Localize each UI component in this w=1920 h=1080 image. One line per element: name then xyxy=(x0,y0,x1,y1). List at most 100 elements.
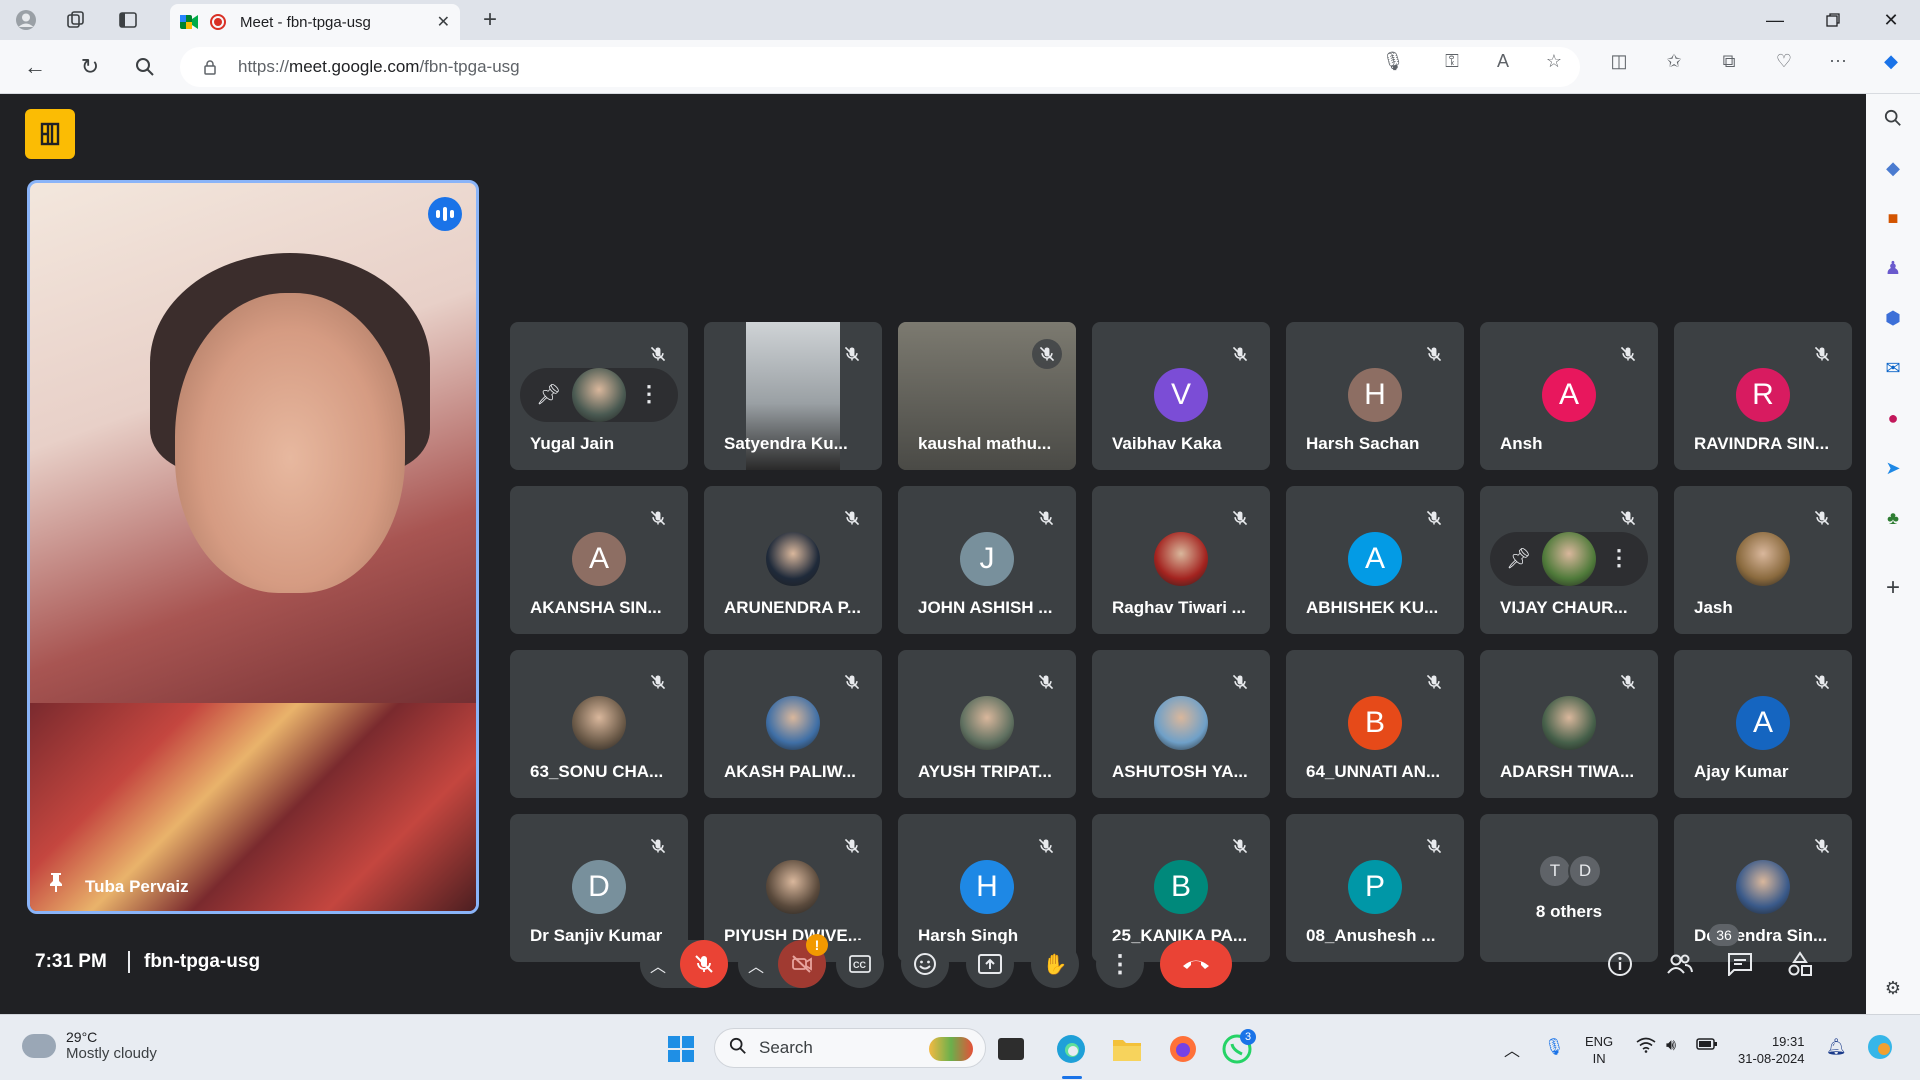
back-icon[interactable]: ← xyxy=(20,52,50,82)
participant-tile[interactable]: Jash xyxy=(1674,486,1852,634)
active-tab[interactable]: Meet - fbn-tpga-usg ✕ xyxy=(170,4,460,40)
muted-mic-icon xyxy=(840,506,864,530)
more-options-button[interactable]: ⋮ xyxy=(1096,940,1144,988)
participant-tile[interactable]: ASHUTOSH YA... xyxy=(1092,650,1270,798)
participant-tile[interactable]: A Ansh xyxy=(1480,322,1658,470)
sidebar-settings-icon[interactable]: ⚙ xyxy=(1879,974,1907,1002)
taskbar-search[interactable]: Search xyxy=(714,1028,986,1068)
battery-icon[interactable] xyxy=(1696,1037,1718,1056)
participant-tile[interactable]: kaushal mathu... xyxy=(898,322,1076,470)
participant-tile[interactable]: A ABHISHEK KU... xyxy=(1286,486,1464,634)
refresh-icon[interactable]: ↻ xyxy=(75,52,105,82)
participant-tile[interactable]: AYUSH TRIPAT... xyxy=(898,650,1076,798)
read-aloud-icon[interactable]: A xyxy=(1492,50,1514,72)
pin-icon[interactable]: 📌︎ xyxy=(1506,546,1531,571)
windows-start-icon[interactable] xyxy=(664,1032,698,1066)
file-explorer-icon[interactable] xyxy=(1110,1032,1144,1066)
outlook-icon[interactable]: ✉ xyxy=(1879,354,1907,382)
participant-tile[interactable]: 📌︎ ⋮ VIJAY CHAUR... xyxy=(1480,486,1658,634)
video-options-chevron-icon[interactable]: ︿ xyxy=(748,953,764,977)
search-icon[interactable] xyxy=(130,52,160,82)
participant-tile[interactable]: AKASH PALIW... xyxy=(704,650,882,798)
telegram-icon[interactable]: ➤ xyxy=(1879,454,1907,482)
participant-tile[interactable]: P 08_Anushesh ... xyxy=(1286,814,1464,962)
add-sidebar-app-icon[interactable]: + xyxy=(1879,574,1907,602)
show-hidden-icons-chevron[interactable]: ︿ xyxy=(1504,1037,1520,1061)
activities-icon[interactable] xyxy=(1782,946,1818,982)
edge-browser-icon[interactable] xyxy=(1054,1032,1088,1066)
sidebar-search-icon[interactable] xyxy=(1879,104,1907,132)
avatar xyxy=(1542,696,1596,750)
participant-tile[interactable]: J JOHN ASHISH ... xyxy=(898,486,1076,634)
tile-more-icon[interactable]: ⋮ xyxy=(1608,545,1630,571)
pin-icon[interactable]: 📌︎ xyxy=(536,382,561,407)
games-icon[interactable]: ♟ xyxy=(1879,254,1907,282)
microsoft365-icon[interactable]: ⬢ xyxy=(1879,304,1907,332)
captions-button[interactable]: CC xyxy=(836,940,884,988)
profile-icon[interactable] xyxy=(12,6,40,34)
microphone-icon[interactable]: 🎙 xyxy=(1382,50,1405,72)
participant-tile[interactable]: Satyendra Ku... xyxy=(704,322,882,470)
firefox-icon[interactable] xyxy=(1166,1032,1200,1066)
present-screen-button[interactable] xyxy=(966,940,1014,988)
tile-more-icon[interactable]: ⋮ xyxy=(638,381,660,407)
favorites-icon[interactable]: ✩ xyxy=(1663,50,1685,72)
restore-icon[interactable] xyxy=(1810,6,1856,34)
more-menu-icon[interactable]: ⋯ xyxy=(1827,50,1849,72)
avatar xyxy=(1736,532,1790,586)
notification-bell-icon[interactable]: 🔔︎ xyxy=(1826,1037,1846,1057)
workspaces-icon[interactable] xyxy=(62,6,90,34)
tab-close-icon[interactable]: ✕ xyxy=(437,12,450,32)
copilot-taskbar-icon[interactable] xyxy=(1866,1033,1894,1066)
participant-tile[interactable]: ARUNENDRA P... xyxy=(704,486,882,634)
minimize-icon[interactable]: — xyxy=(1752,6,1798,34)
participant-tile[interactable]: 📌︎ ⋮ Yugal Jain xyxy=(510,322,688,470)
wifi-icon[interactable] xyxy=(1636,1037,1656,1058)
browser-essentials-icon[interactable]: ♡ xyxy=(1773,50,1795,72)
task-view-icon[interactable] xyxy=(998,1038,1024,1060)
weather-widget[interactable]: 29°C Mostly cloudy xyxy=(22,1029,157,1062)
system-clock[interactable]: 19:31 31-08-2024 xyxy=(1738,1033,1805,1067)
participant-tile[interactable]: A Ajay Kumar xyxy=(1674,650,1852,798)
chat-icon[interactable] xyxy=(1722,946,1758,982)
volume-icon[interactable]: 🔊︎ xyxy=(1666,1037,1676,1055)
favorite-star-icon[interactable]: ☆ xyxy=(1543,50,1565,72)
participant-tile[interactable]: B 64_UNNATI AN... xyxy=(1286,650,1464,798)
emoji-reactions-button[interactable] xyxy=(901,940,949,988)
url-field[interactable]: https://meet.google.com/fbn-tpga-usg xyxy=(180,47,1580,87)
new-tab-icon[interactable]: + xyxy=(476,6,504,34)
site-info-icon[interactable] xyxy=(202,59,218,75)
participant-tile[interactable]: R RAVINDRA SIN... xyxy=(1674,322,1852,470)
raise-hand-button[interactable]: ✋ xyxy=(1031,940,1079,988)
mic-off-button[interactable] xyxy=(680,940,728,988)
shopping-tag-icon[interactable]: ◆ xyxy=(1879,154,1907,182)
meeting-details-icon[interactable] xyxy=(1602,946,1638,982)
featured-participant-tile[interactable]: Tuba Pervaiz xyxy=(27,180,479,914)
tools-icon[interactable]: ■ xyxy=(1879,204,1907,232)
split-screen-icon[interactable]: ◫ xyxy=(1608,50,1630,72)
participant-tile[interactable]: 63_SONU CHA... xyxy=(510,650,688,798)
meeting-activity-icon[interactable] xyxy=(25,109,75,159)
collections-icon[interactable]: ⧉ xyxy=(1718,50,1740,72)
input-language[interactable]: ENG IN xyxy=(1585,1033,1613,1067)
leave-call-button[interactable] xyxy=(1160,940,1232,988)
participant-tile[interactable]: A AKANSHA SIN... xyxy=(510,486,688,634)
participant-tile[interactable]: Deependra Sin... xyxy=(1674,814,1852,962)
tree-icon[interactable]: ♣ xyxy=(1879,504,1907,532)
people-icon[interactable] xyxy=(1662,946,1698,982)
muted-mic-icon xyxy=(1616,670,1640,694)
vertical-tabs-icon[interactable] xyxy=(114,6,142,34)
audio-options-chevron-icon[interactable]: ︿ xyxy=(650,953,666,977)
others-tile[interactable]: TD 8 others xyxy=(1480,814,1658,962)
designer-icon[interactable]: ● xyxy=(1879,404,1907,432)
participant-tile[interactable]: ADARSH TIWA... xyxy=(1480,650,1658,798)
pin-icon[interactable] xyxy=(48,871,64,899)
participant-tile[interactable]: V Vaibhav Kaka xyxy=(1092,322,1270,470)
weather-temperature: 29°C xyxy=(66,1029,98,1045)
participant-tile[interactable]: Raghav Tiwari ... xyxy=(1092,486,1270,634)
copilot-icon[interactable]: ◆ xyxy=(1880,50,1902,72)
participant-tile[interactable]: H Harsh Sachan xyxy=(1286,322,1464,470)
tray-microphone-icon[interactable]: 🎙 xyxy=(1544,1037,1564,1057)
key-icon[interactable]: ⚿ xyxy=(1441,50,1463,72)
close-window-icon[interactable]: ✕ xyxy=(1868,6,1914,34)
